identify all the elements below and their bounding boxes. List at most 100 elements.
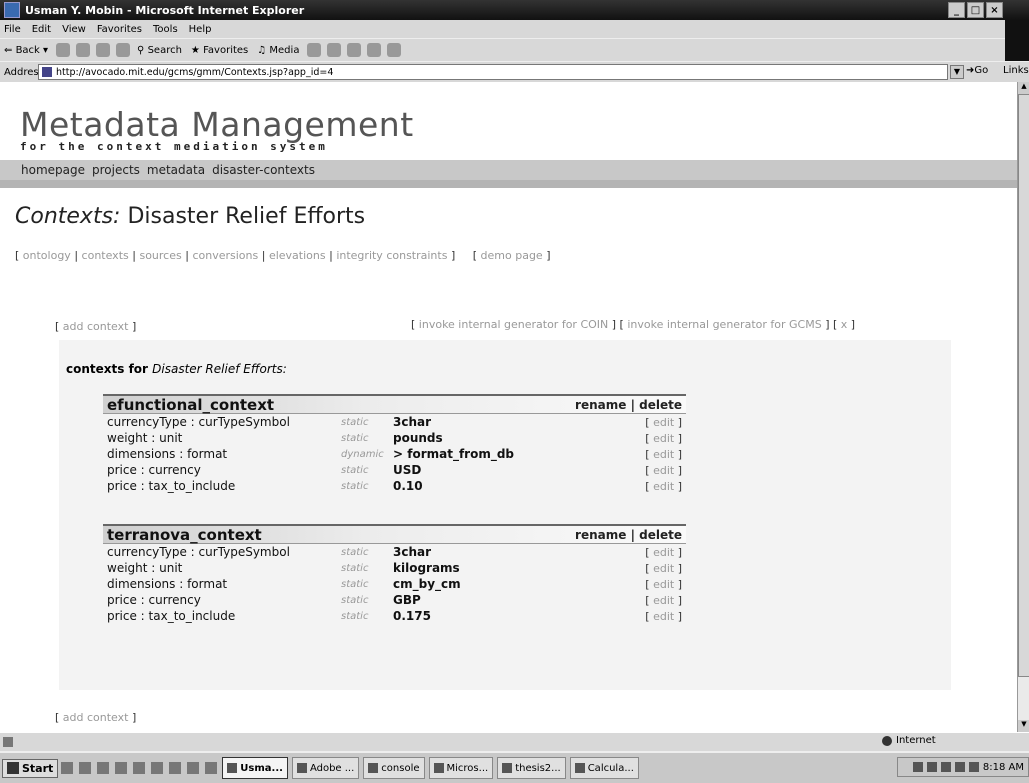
edit-link[interactable]: edit <box>653 562 674 575</box>
toolbar: ⇐ Back ▾ ⚲ Search ★ Favorites ♫ Media <box>0 38 1005 61</box>
tray-icon[interactable] <box>968 762 979 772</box>
taskbar-item[interactable]: Calcula... <box>569 757 639 779</box>
scroll-up-icon[interactable]: ▲ <box>1018 82 1029 94</box>
page-title-app: Disaster Relief Efforts <box>127 204 366 229</box>
demo-page-link[interactable]: demo page <box>481 249 543 262</box>
add-context-link[interactable]: add context <box>63 320 129 333</box>
add-context-top: [ add context ] <box>55 320 137 333</box>
edit-link[interactable]: edit <box>653 480 674 493</box>
edit-icon[interactable] <box>367 43 382 57</box>
tray-icon[interactable] <box>940 762 951 772</box>
contexts-panel: contexts for Disaster Relief Efforts: ef… <box>59 340 951 690</box>
menu-favorites[interactable]: Favorites <box>97 24 142 35</box>
edit-link[interactable]: edit <box>653 546 674 559</box>
mail-icon[interactable] <box>327 43 342 57</box>
scroll-down-icon[interactable]: ▼ <box>1018 720 1029 732</box>
quicklaunch-icon[interactable] <box>61 762 74 774</box>
taskbar-item[interactable]: thesis2... <box>497 757 566 779</box>
subnav-contexts[interactable]: contexts <box>82 249 129 262</box>
search-button[interactable]: ⚲ Search <box>137 45 182 56</box>
subnav-sources[interactable]: sources <box>139 249 181 262</box>
taskbar-item[interactable]: Usma... <box>222 757 288 779</box>
quicklaunch-icon[interactable] <box>169 762 182 774</box>
clock[interactable]: 8:18 AM <box>983 762 1024 773</box>
invoke-coin-link[interactable]: invoke internal generator for COIN <box>419 318 608 331</box>
address-input[interactable]: http://avocado.mit.edu/gcms/gmm/Contexts… <box>38 64 948 80</box>
taskbar: Start Usma... Adobe ... console Micros..… <box>0 751 1029 783</box>
close-button[interactable]: × <box>986 2 1003 18</box>
menu-edit[interactable]: Edit <box>32 24 51 35</box>
edit-link[interactable]: edit <box>653 416 674 429</box>
subnav-conversions[interactable]: conversions <box>192 249 258 262</box>
invoke-gcms-link[interactable]: invoke internal generator for GCMS <box>627 318 821 331</box>
address-bar: Address http://avocado.mit.edu/gcms/gmm/… <box>0 61 1029 83</box>
subnav-ontology[interactable]: ontology <box>23 249 71 262</box>
refresh-icon[interactable] <box>96 43 111 57</box>
add-context-link[interactable]: add context <box>63 711 129 724</box>
subnav-integrity-constraints[interactable]: integrity constraints <box>336 249 447 262</box>
history-icon[interactable] <box>307 43 322 57</box>
media-button[interactable]: ♫ Media <box>257 45 299 56</box>
quicklaunch-icon[interactable] <box>115 762 128 774</box>
site-logo: Metadata Management for the context medi… <box>20 105 414 154</box>
menu-view[interactable]: View <box>62 24 86 35</box>
quicklaunch-icon[interactable] <box>79 762 92 774</box>
tray-icon[interactable] <box>954 762 965 772</box>
back-button[interactable]: ⇐ Back ▾ <box>4 45 48 56</box>
edit-link[interactable]: edit <box>653 578 674 591</box>
edit-link[interactable]: edit <box>653 594 674 607</box>
rename-link[interactable]: rename <box>575 398 626 412</box>
edit-link[interactable]: edit <box>653 432 674 445</box>
start-button[interactable]: Start <box>2 758 59 778</box>
acrobat-icon <box>296 763 307 773</box>
scroll-thumb[interactable] <box>1018 94 1029 677</box>
context-row: dimensions : format dynamic > format_from_… <box>107 447 682 461</box>
links-button[interactable]: Links <box>1003 65 1029 76</box>
delete-link[interactable]: delete <box>639 528 682 542</box>
edit-link[interactable]: edit <box>653 464 674 477</box>
print-icon[interactable] <box>347 43 362 57</box>
quicklaunch-icon[interactable] <box>205 762 218 774</box>
page-title-prefix: Contexts: <box>15 204 121 229</box>
nav-disaster-contexts[interactable]: disaster-contexts <box>212 163 315 177</box>
nav-homepage[interactable]: homepage <box>21 163 85 177</box>
favorites-button[interactable]: ★ Favorites <box>191 45 248 56</box>
messenger-icon[interactable] <box>387 43 402 57</box>
vertical-scrollbar[interactable]: ▲ ▼ <box>1017 82 1029 732</box>
minimize-button[interactable]: _ <box>948 2 965 18</box>
context-header: terranova_context rename | delete <box>103 524 686 544</box>
context-row: dimensions : format static cm_by_cm [ edit… <box>107 577 682 591</box>
taskbar-item[interactable]: console <box>363 757 425 779</box>
delete-link[interactable]: delete <box>639 398 682 412</box>
menu-file[interactable]: File <box>4 24 21 35</box>
quicklaunch-icon[interactable] <box>133 762 146 774</box>
context-name: efunctional_context <box>107 395 275 414</box>
home-icon[interactable] <box>116 43 131 57</box>
favorites-icon: ★ <box>190 44 200 56</box>
nav-metadata[interactable]: metadata <box>147 163 205 177</box>
menu-help[interactable]: Help <box>189 24 212 35</box>
quicklaunch-icon[interactable] <box>187 762 200 774</box>
tray-icon[interactable] <box>926 762 937 772</box>
subnav-elevations[interactable]: elevations <box>269 249 326 262</box>
rename-link[interactable]: rename <box>575 528 626 542</box>
windows-logo-icon <box>1005 20 1029 62</box>
forward-icon[interactable] <box>56 43 71 57</box>
page-title: Contexts: Disaster Relief Efforts <box>15 204 365 229</box>
nav-projects[interactable]: projects <box>92 163 140 177</box>
taskbar-item[interactable]: Adobe ... <box>291 757 360 779</box>
address-dropdown-button[interactable]: ▼ <box>950 65 964 79</box>
quicklaunch-icon[interactable] <box>151 762 164 774</box>
go-button[interactable]: ➜Go <box>966 65 988 76</box>
close-link[interactable]: x <box>841 318 848 331</box>
stop-icon[interactable] <box>76 43 91 57</box>
taskbar-item[interactable]: Micros... <box>428 757 494 779</box>
maximize-button[interactable]: □ <box>967 2 984 18</box>
logo-title: Metadata Management <box>20 105 414 144</box>
edit-link[interactable]: edit <box>653 610 674 623</box>
edit-link[interactable]: edit <box>653 448 674 461</box>
menu-tools[interactable]: Tools <box>153 24 178 35</box>
media-icon: ♫ <box>257 44 267 56</box>
tray-icon[interactable] <box>912 762 923 772</box>
quicklaunch-icon[interactable] <box>97 762 110 774</box>
